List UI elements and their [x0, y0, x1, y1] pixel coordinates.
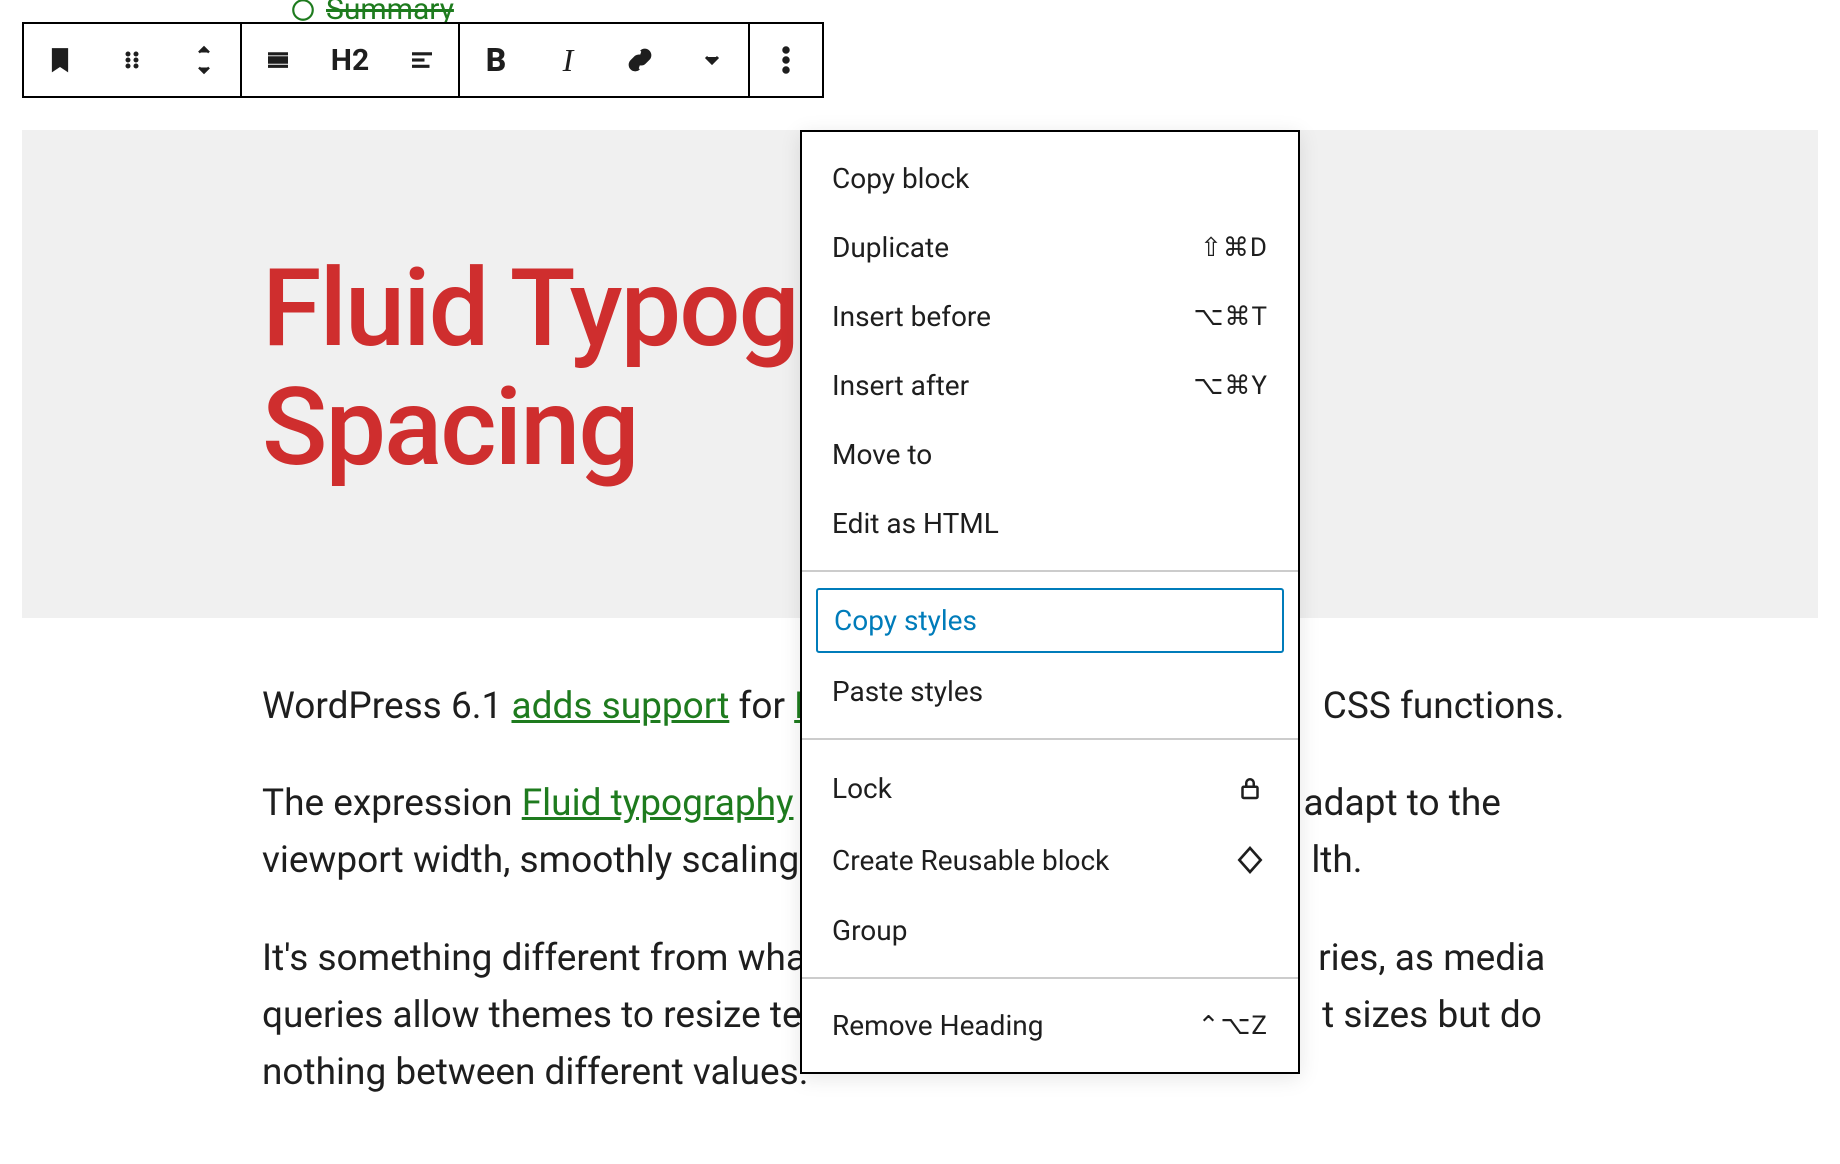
chevron-up-icon	[194, 40, 214, 60]
text-align-left-icon	[407, 45, 437, 75]
menu-insert-after[interactable]: Insert after⌥⌘Y	[802, 351, 1298, 420]
link-fluid-typography[interactable]: Fluid typography	[522, 782, 794, 825]
menu-lock[interactable]: Lock	[802, 752, 1298, 824]
toolbar-group-options	[750, 24, 822, 96]
text-align-button[interactable]	[386, 24, 458, 96]
menu-move-to[interactable]: Move to	[802, 420, 1298, 489]
bookmark-icon	[45, 45, 75, 75]
chevron-down-icon	[700, 48, 724, 72]
align-none-icon	[263, 45, 293, 75]
chevron-down-icon	[194, 60, 214, 80]
block-type-button[interactable]	[24, 24, 96, 96]
toolbar-group-format: B I	[460, 24, 750, 96]
toolbar-group-heading: H2	[242, 24, 460, 96]
menu-paste-styles[interactable]: Paste styles	[802, 657, 1298, 726]
menu-create-reusable[interactable]: Create Reusable block	[802, 824, 1298, 896]
link-adds-support[interactable]: adds support	[511, 685, 729, 728]
menu-copy-block[interactable]: Copy block	[802, 144, 1298, 213]
heading-level-label: H2	[331, 43, 369, 78]
lock-icon	[1232, 770, 1268, 806]
link-icon	[625, 45, 655, 75]
menu-group-1: Copy block Duplicate⇧⌘D Insert before⌥⌘T…	[802, 132, 1298, 572]
menu-edit-html[interactable]: Edit as HTML	[802, 489, 1298, 558]
link-button[interactable]	[604, 24, 676, 96]
move-buttons[interactable]	[168, 24, 240, 96]
more-format-button[interactable]	[676, 24, 748, 96]
block-options-menu: Copy block Duplicate⇧⌘D Insert before⌥⌘T…	[800, 130, 1300, 1074]
menu-group-3: Lock Create Reusable block Group	[802, 740, 1298, 979]
options-button[interactable]	[750, 24, 822, 96]
menu-duplicate[interactable]: Duplicate⇧⌘D	[802, 213, 1298, 282]
heading-level-button[interactable]: H2	[314, 24, 386, 96]
drag-icon	[120, 48, 144, 72]
menu-remove-heading[interactable]: Remove Heading⌃⌥Z	[802, 991, 1298, 1060]
block-toolbar: H2 B I	[22, 22, 824, 98]
italic-icon: I	[563, 42, 574, 79]
menu-copy-styles[interactable]: Copy styles	[816, 588, 1284, 653]
menu-group-2: Copy styles Paste styles	[802, 572, 1298, 740]
menu-group-item[interactable]: Group	[802, 896, 1298, 965]
menu-insert-before[interactable]: Insert before⌥⌘T	[802, 282, 1298, 351]
reusable-icon	[1232, 842, 1268, 878]
align-button[interactable]	[242, 24, 314, 96]
drag-handle[interactable]	[96, 24, 168, 96]
circle-icon	[290, 0, 316, 23]
italic-button[interactable]: I	[532, 24, 604, 96]
menu-group-4: Remove Heading⌃⌥Z	[802, 979, 1298, 1072]
bold-button[interactable]: B	[460, 24, 532, 96]
bold-icon: B	[486, 41, 507, 79]
toolbar-group-block	[24, 24, 242, 96]
ellipsis-vertical-icon	[782, 45, 790, 75]
